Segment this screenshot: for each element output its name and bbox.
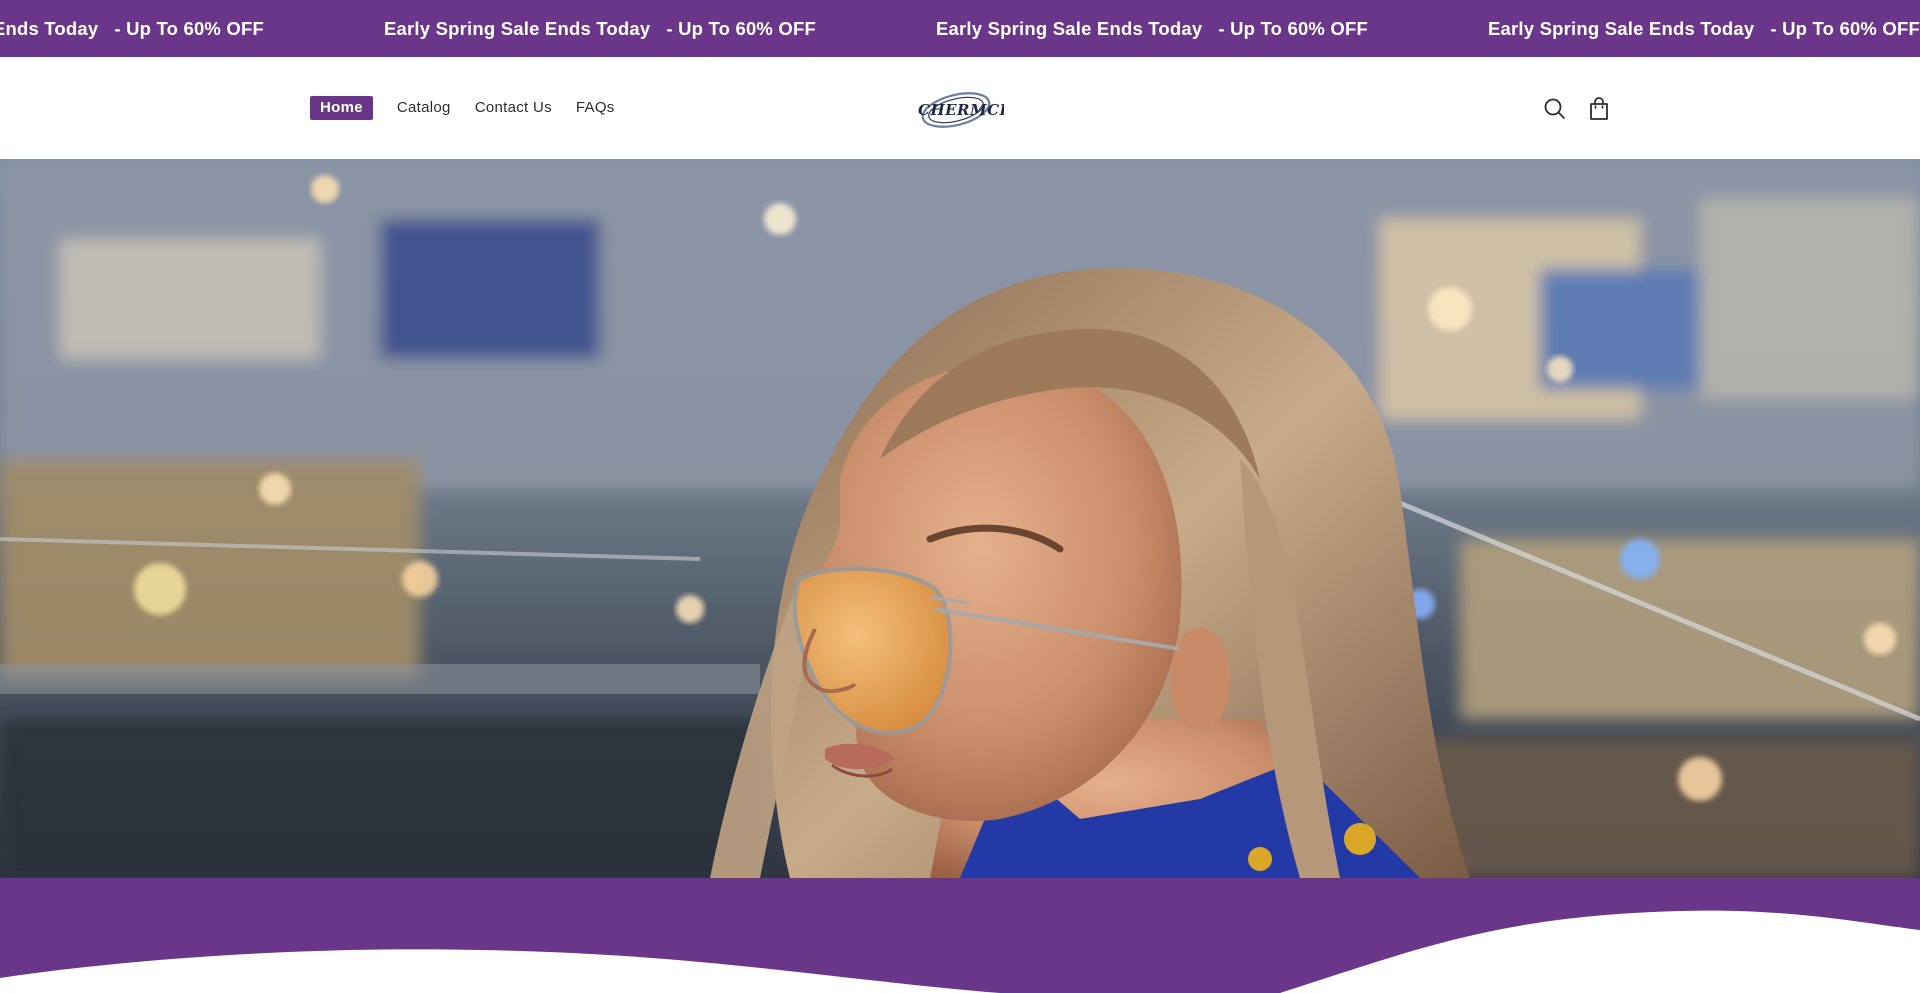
- announcement-discount: - Up To 60% OFF: [114, 17, 265, 39]
- announcement-track: Early Spring Sale Ends Today - Up To 60% …: [0, 0, 1920, 57]
- announcement-discount: - Up To 60% OFF: [666, 17, 817, 39]
- nav-faqs-link[interactable]: FAQs: [576, 98, 615, 118]
- announcement-text: Early Spring Sale Ends Today: [936, 17, 1203, 39]
- wave-shape: [0, 910, 1920, 993]
- announcement-item: Early Spring Sale Ends Today - Up To 60% …: [936, 18, 1488, 40]
- nav-contact-link[interactable]: Contact Us: [475, 98, 552, 118]
- logo-mark: CHERMCH: [918, 92, 1014, 128]
- search-icon: [1544, 98, 1565, 119]
- hero-banner: [0, 159, 1920, 878]
- announcement-item: Early Spring Sale Ends Today - Up To 60% …: [1488, 18, 1920, 40]
- search-button[interactable]: [1541, 95, 1569, 123]
- announcement-discount: - Up To 60% OFF: [1218, 17, 1369, 39]
- cart-icon: [1590, 97, 1608, 120]
- hero-image: [0, 159, 1920, 878]
- announcement-text: Early Spring Sale Ends Today: [1488, 17, 1755, 39]
- announcement-item: Early Spring Sale Ends Today - Up To 60% …: [0, 18, 384, 40]
- announcement-text: Early Spring Sale Ends Today: [384, 17, 651, 39]
- cart-button[interactable]: [1585, 95, 1613, 123]
- nav-catalog-link[interactable]: Catalog: [397, 98, 451, 118]
- site-header: Home Catalog Contact Us FAQs CHERMCH: [0, 57, 1920, 159]
- announcement-text: Early Spring Sale Ends Today: [0, 17, 99, 39]
- nav-home-link[interactable]: Home: [310, 96, 373, 120]
- announcement-bar: Early Spring Sale Ends Today - Up To 60% …: [0, 0, 1920, 57]
- main-nav: Home Catalog Contact Us FAQs: [310, 96, 639, 120]
- logo-text: CHERMCH: [918, 101, 1004, 119]
- announcement-item: Early Spring Sale Ends Today - Up To 60% …: [384, 18, 936, 40]
- announcement-discount: - Up To 60% OFF: [1770, 17, 1920, 39]
- wave-divider-section: [0, 878, 1920, 993]
- site-logo[interactable]: CHERMCH: [908, 84, 1014, 134]
